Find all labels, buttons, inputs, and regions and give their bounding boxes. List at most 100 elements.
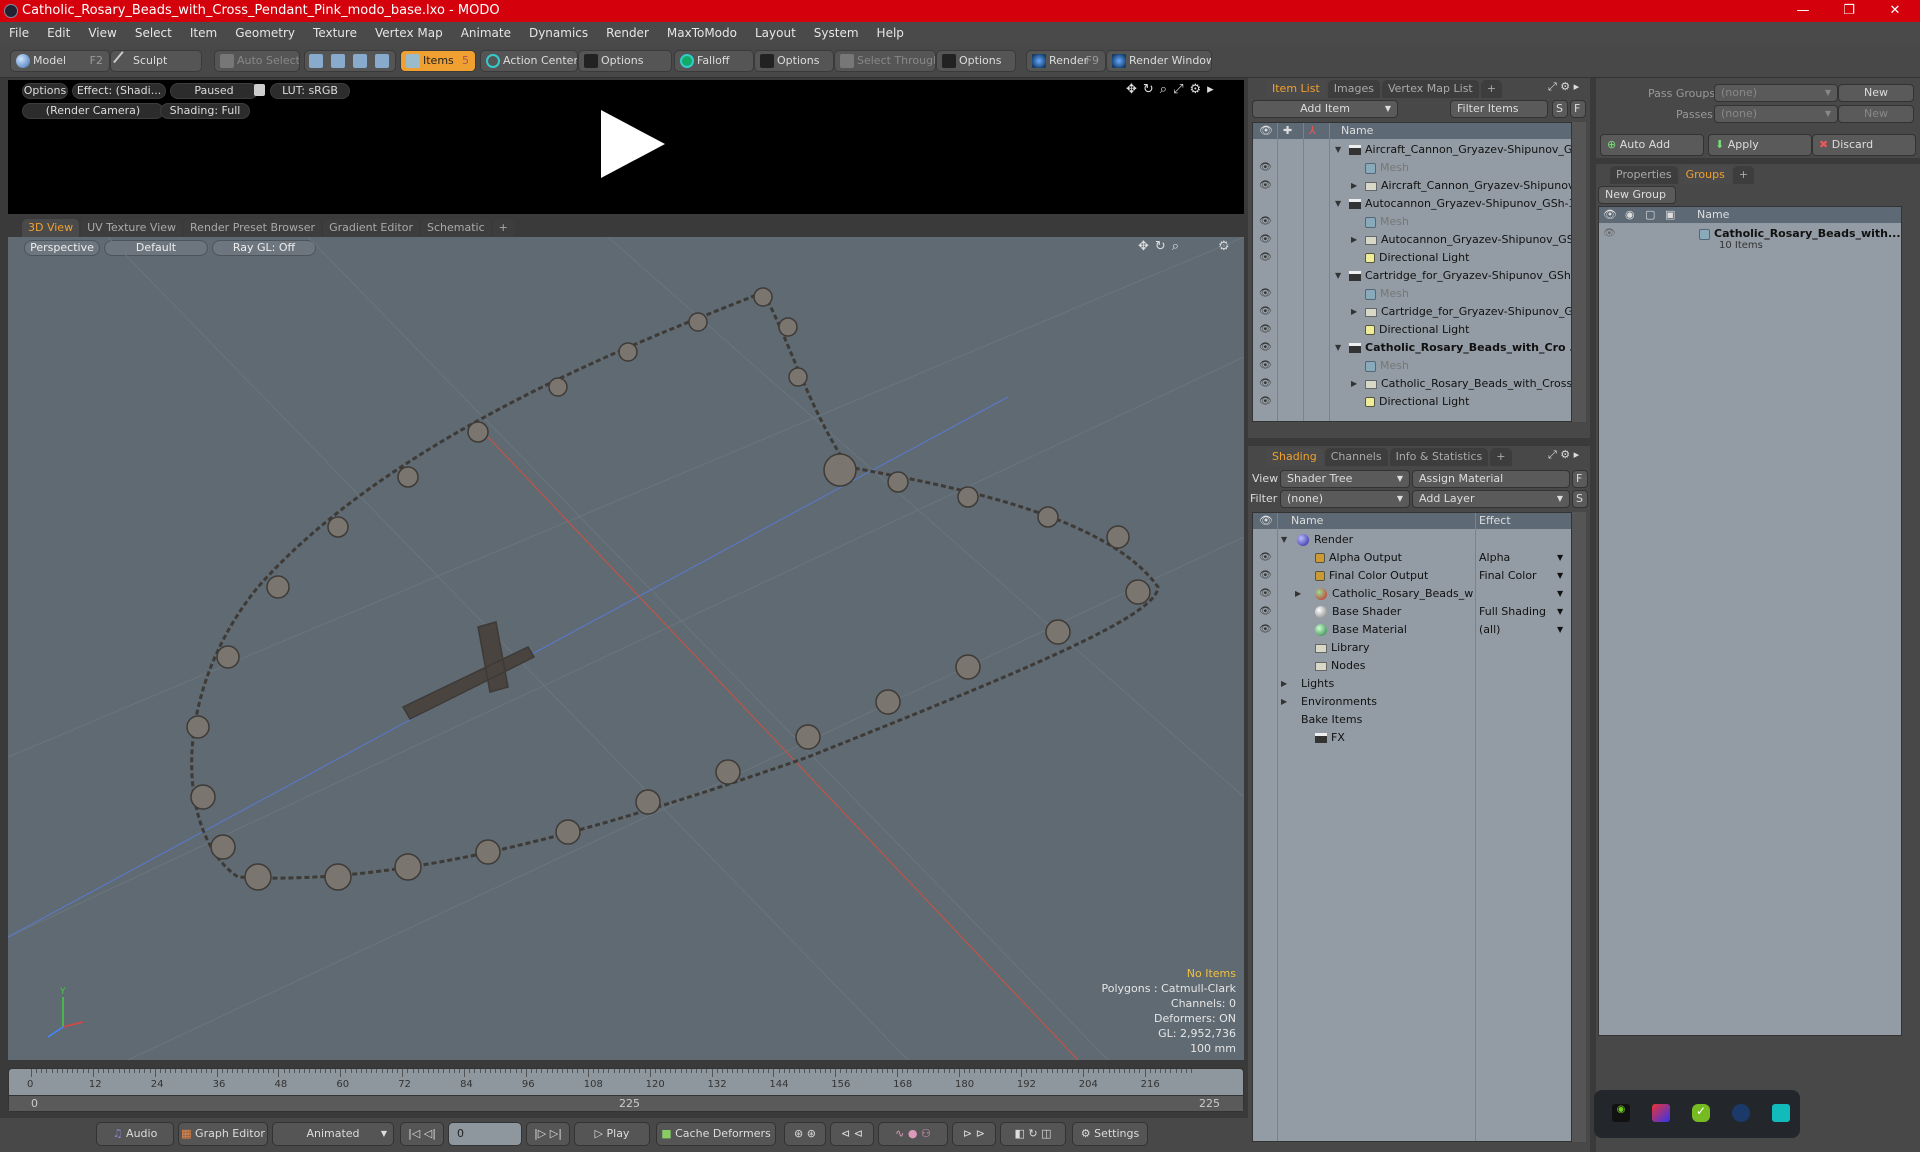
audio-button[interactable]: ♫ Audio [96,1122,174,1146]
expand-arrow-icon[interactable]: ▶ [1295,585,1301,603]
falloff-button[interactable]: Falloff [674,50,754,72]
menu-dynamics[interactable]: Dynamics [520,22,597,44]
chevron-down-icon[interactable]: ▼ [1557,549,1563,567]
visibility-eye-icon[interactable]: 👁 [1259,549,1272,567]
frame-input[interactable]: 0 [448,1122,522,1146]
new-pass-button[interactable]: New [1838,105,1914,123]
menu-select[interactable]: Select [126,22,181,44]
visibility-eye-icon[interactable]: 👁 [1259,375,1272,393]
effect-value[interactable]: Full Shading [1479,603,1569,621]
item-row[interactable]: 👁 ▶ Autocannon_Gryazev-Shipunov_GSh- ... [1253,231,1571,249]
visibility-eye-icon[interactable]: 👁 [1259,339,1272,357]
shader-row[interactable]: 👁 Base Material (all) ▼ [1253,621,1571,639]
sculpt-mode-button[interactable]: Sculpt [110,50,202,72]
axis-column-icon[interactable]: ⅄ [1309,123,1316,139]
effect-dropdown[interactable]: Effect: (Shadi... [72,83,166,99]
shader-row[interactable]: 👁 ▶ Catholic_Rosary_Beads_wi... ▼ [1253,585,1571,603]
render-column-icon[interactable]: ◉ [1625,207,1635,223]
item-list-scrollbar[interactable] [1572,122,1586,422]
model-mode-button[interactable]: Model F2 [10,50,110,72]
expand-arrow-icon[interactable]: ▶ [1351,177,1357,195]
tab-properties[interactable]: Properties [1610,166,1678,184]
tab-channels[interactable]: Channels [1324,448,1388,466]
effect-column-header[interactable]: Effect [1479,513,1511,529]
menu-edit[interactable]: Edit [38,22,79,44]
tab-images[interactable]: Images [1327,80,1380,98]
visibility-eye-icon[interactable]: 👁 [1259,213,1272,231]
visibility-eye-icon[interactable]: 👁 [1259,603,1272,621]
lut-dropdown[interactable]: LUT: sRGB [270,83,350,99]
shader-row[interactable]: 👁 Alpha Output Alpha ▼ [1253,549,1571,567]
vertex-mode-icon[interactable] [309,54,323,68]
tab-uv-texture-view[interactable]: UV Texture View [81,219,183,237]
visibility-column-icon[interactable]: 👁 [1259,123,1273,139]
paused-button[interactable]: Paused [170,83,258,99]
render-window-button[interactable]: Render Window [1106,50,1212,72]
select-column-icon[interactable]: ▣ [1665,207,1675,223]
item-row[interactable]: 👁 ▶ Cartridge_for_Gryazev-Shipunov_GS ... [1253,303,1571,321]
polygon-mode-icon[interactable] [353,54,367,68]
auto-add-button[interactable]: ⊕ Auto Add [1600,134,1704,156]
edge-mode-icon[interactable] [331,54,345,68]
minimize-button[interactable]: — [1780,0,1826,22]
menu-layout[interactable]: Layout [746,22,805,44]
menu-vertex-map[interactable]: Vertex Map [366,22,452,44]
item-row[interactable]: ▼ Autocannon_Gryazev-Shipunov_GSh-30 ... [1253,195,1571,213]
tab-render-preset-browser[interactable]: Render Preset Browser [184,219,322,237]
play-render-icon[interactable] [601,110,665,178]
add-tab-button[interactable]: + [492,219,514,237]
visibility-eye-icon[interactable]: 👁 [1259,393,1272,411]
effect-value[interactable]: Alpha [1479,549,1569,567]
preview-options-button[interactable]: Options [22,83,68,99]
menu-file[interactable]: File [0,22,38,44]
shading-dropdown[interactable]: Shading: Full [160,103,250,119]
expand-arrow-icon[interactable]: ▶ [1281,693,1287,711]
s-button[interactable]: S [1572,490,1588,508]
f-button[interactable]: F [1570,100,1586,118]
visibility-eye-icon[interactable]: 👁 [1259,585,1272,603]
item-row[interactable]: 👁 Mesh [1253,357,1571,375]
tab-shading[interactable]: Shading [1266,448,1323,466]
visibility-eye-icon[interactable]: 👁 [1259,177,1272,195]
expand-arrow-icon[interactable]: ▼ [1335,267,1341,285]
item-row[interactable]: 👁 Mesh [1253,213,1571,231]
graph-editor-button[interactable]: ▦ Graph Editor [178,1122,268,1146]
visibility-eye-icon[interactable]: 👁 [1259,621,1272,639]
panel-options-icon[interactable]: ⤢ ⚙ ▸ [1548,448,1579,462]
select-through-options-button[interactable]: Options [936,50,1016,72]
menu-texture[interactable]: Texture [304,22,366,44]
effect-value[interactable]: (all) [1479,621,1569,639]
visibility-eye-icon[interactable]: 👁 [1259,321,1272,339]
menu-geometry[interactable]: Geometry [226,22,304,44]
shader-row[interactable]: ▶ Lights [1253,675,1571,693]
steam-icon[interactable] [1732,1104,1750,1122]
item-row[interactable]: 👁 Directional Light [1253,321,1571,339]
item-row[interactable]: 👁 Mesh [1253,159,1571,177]
tab-info-statistics[interactable]: Info & Statistics [1389,448,1489,466]
menu-item[interactable]: Item [181,22,226,44]
tab-gradient-editor[interactable]: Gradient Editor [323,219,419,237]
chevron-down-icon[interactable]: ▼ [1557,567,1563,585]
lock-column-icon[interactable]: ▢ [1645,207,1655,223]
settings-button[interactable]: ⚙ Settings [1072,1122,1148,1146]
items-mode-button[interactable]: Items 5 [400,50,476,72]
chevron-down-icon[interactable]: ▼ [1557,621,1563,639]
item-row[interactable]: 👁 ▶ Aircraft_Cannon_Gryazev-Shipunov_ ... [1253,177,1571,195]
item-row[interactable]: 👁 Directional Light [1253,249,1571,267]
expand-arrow-icon[interactable]: ▶ [1351,375,1357,393]
timeline-range[interactable]: 0 225 225 [9,1095,1243,1111]
expand-arrow-icon[interactable]: ▶ [1351,303,1357,321]
item-row[interactable]: 👁 ▶ Catholic_Rosary_Beads_with_Cross_ ... [1253,375,1571,393]
f-button[interactable]: F [1572,470,1588,488]
filter-dropdown[interactable]: (none) ▼ [1280,490,1410,508]
expand-arrow-icon[interactable]: ▼ [1335,195,1341,213]
tab-schematic[interactable]: Schematic [421,219,491,237]
timeline[interactable]: 0 12 24 36 48 60 72 84 96 108 120 132 144 156 168 180 19… [8,1068,1244,1112]
shader-row[interactable]: 👁 Base Shader Full Shading ▼ [1253,603,1571,621]
display-icon[interactable] [1772,1104,1790,1122]
shader-scrollbar[interactable] [1572,512,1586,1142]
falloff-options-button[interactable]: Options [754,50,834,72]
visibility-eye-icon[interactable]: 👁 [1259,249,1272,267]
item-row[interactable]: 👁 Directional Light [1253,393,1571,411]
jump-end-button[interactable]: |▷ ▷| [526,1122,570,1146]
